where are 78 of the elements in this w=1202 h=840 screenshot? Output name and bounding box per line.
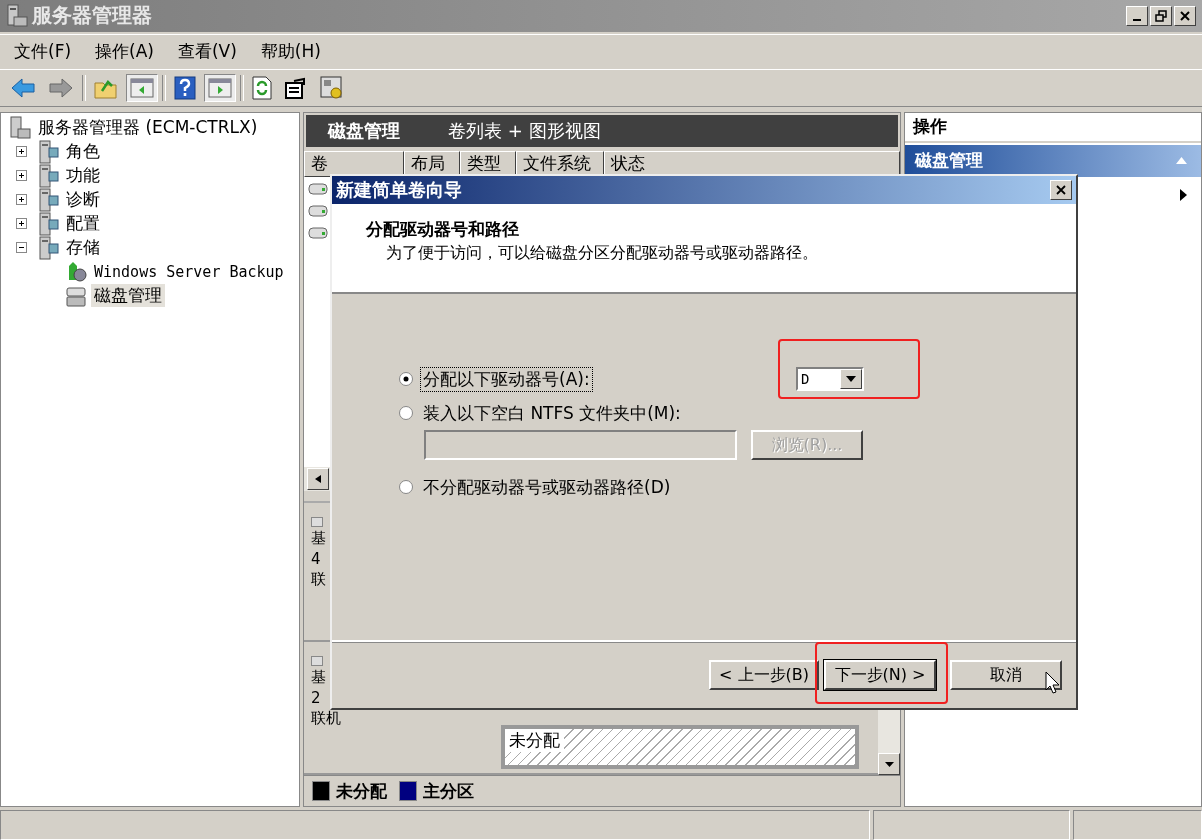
server-icon (9, 115, 31, 140)
menu-item[interactable]: 帮助(H) (252, 38, 329, 66)
legend-label: 主分区 (423, 779, 474, 803)
restore-button[interactable] (1150, 5, 1172, 26)
properties-icon (284, 76, 308, 99)
submenu-arrow-icon[interactable] (1180, 188, 1187, 201)
wizard-description: 为了便于访问，可以给磁盘分区分配驱动器号或驱动器路径。 (385, 243, 819, 264)
window-pane-icon (208, 76, 232, 99)
wizard-button[interactable]: 下一步(N) > (824, 660, 936, 690)
wizard-heading: 分配驱动器号和路径 (366, 218, 520, 241)
down-arrow-icon (884, 761, 894, 767)
disk-status: 联 (311, 569, 327, 589)
close-icon (1056, 185, 1066, 195)
window-pane-icon (130, 76, 154, 99)
radio-button[interactable] (398, 405, 414, 421)
pane-toggle-button[interactable] (204, 73, 236, 102)
close-button[interactable] (1174, 5, 1196, 26)
tree-item[interactable]: 功能 (63, 164, 103, 188)
tree-item[interactable]: 存储 (63, 236, 103, 260)
window-title: 服务器管理器 (32, 2, 152, 30)
wizard-button[interactable]: 取消 (950, 660, 1062, 690)
minimize-button[interactable] (1126, 5, 1148, 26)
scroll-down-button[interactable] (878, 753, 900, 776)
server-icon (37, 211, 59, 236)
disk-status: 联机 (311, 708, 342, 728)
server-icon (37, 163, 59, 188)
tree-item[interactable]: 磁盘管理 (91, 284, 165, 308)
menu-item[interactable]: 文件(F) (6, 38, 80, 66)
radio-label[interactable]: 分配以下驱动器号(A): (420, 366, 593, 392)
wizard-button[interactable]: < 上一步(B) (709, 660, 819, 690)
collapse-icon[interactable] (16, 242, 27, 254)
tree-item[interactable]: 角色 (63, 140, 103, 164)
scroll-left-button[interactable] (307, 467, 329, 490)
radio-label[interactable]: 装入以下空白 NTFS 文件夹中(M): (420, 400, 684, 426)
left-arrow-icon (315, 474, 321, 483)
radio-button[interactable] (398, 371, 414, 387)
legend-label: 未分配 (336, 779, 387, 803)
actions-header: 操作 (905, 112, 1201, 143)
drive-letter-dropdown[interactable]: D (796, 367, 864, 391)
radio-label[interactable]: 不分配驱动器号或驱动器路径(D) (420, 474, 674, 500)
tree-item[interactable]: 配置 (63, 212, 103, 236)
pane-title: 磁盘管理 (328, 118, 400, 143)
restore-icon (1155, 9, 1167, 22)
server-icon (37, 139, 59, 164)
partition[interactable]: 未分配 (501, 725, 859, 770)
dialog-title: 新建简单卷向导 (336, 178, 462, 202)
menu-item[interactable]: 查看(V) (169, 38, 245, 66)
close-button[interactable] (1050, 180, 1072, 200)
expand-icon[interactable] (16, 194, 27, 206)
disk-size: 2 (311, 688, 322, 707)
server-icon (37, 235, 59, 260)
settings-icon (320, 75, 344, 100)
server-icon (6, 3, 28, 28)
minimize-icon (1133, 18, 1141, 21)
partition-label: 未分配 (505, 729, 564, 753)
menu-item[interactable]: 操作(A) (87, 38, 162, 66)
back-arrow-icon (10, 76, 36, 99)
tree-item[interactable]: Windows Server Backup (91, 262, 287, 281)
dropdown-arrow-icon (846, 376, 856, 382)
forward-arrow-icon (48, 76, 74, 99)
cursor-icon (1045, 671, 1061, 695)
help-icon (174, 75, 196, 100)
expand-icon[interactable] (16, 170, 27, 182)
disk-name: 基 (311, 667, 327, 687)
tree-item[interactable]: 诊断 (63, 188, 103, 212)
actions-section[interactable]: 磁盘管理 (905, 144, 1201, 177)
close-icon (1180, 10, 1190, 21)
refresh-icon (252, 75, 272, 100)
expand-icon[interactable] (16, 146, 27, 158)
disk-size: 4 (311, 549, 322, 568)
section-title: 磁盘管理 (915, 149, 983, 173)
expand-icon[interactable] (16, 218, 27, 230)
radio-button[interactable] (398, 479, 414, 495)
tree-item[interactable]: 服务器管理器 (ECM-CTRLX) (35, 116, 261, 140)
pane-toggle-button[interactable] (126, 73, 158, 102)
view-label: 卷列表 + 图形视图 (448, 118, 601, 143)
disk-name: 基 (311, 528, 327, 548)
server-icon (37, 187, 59, 212)
